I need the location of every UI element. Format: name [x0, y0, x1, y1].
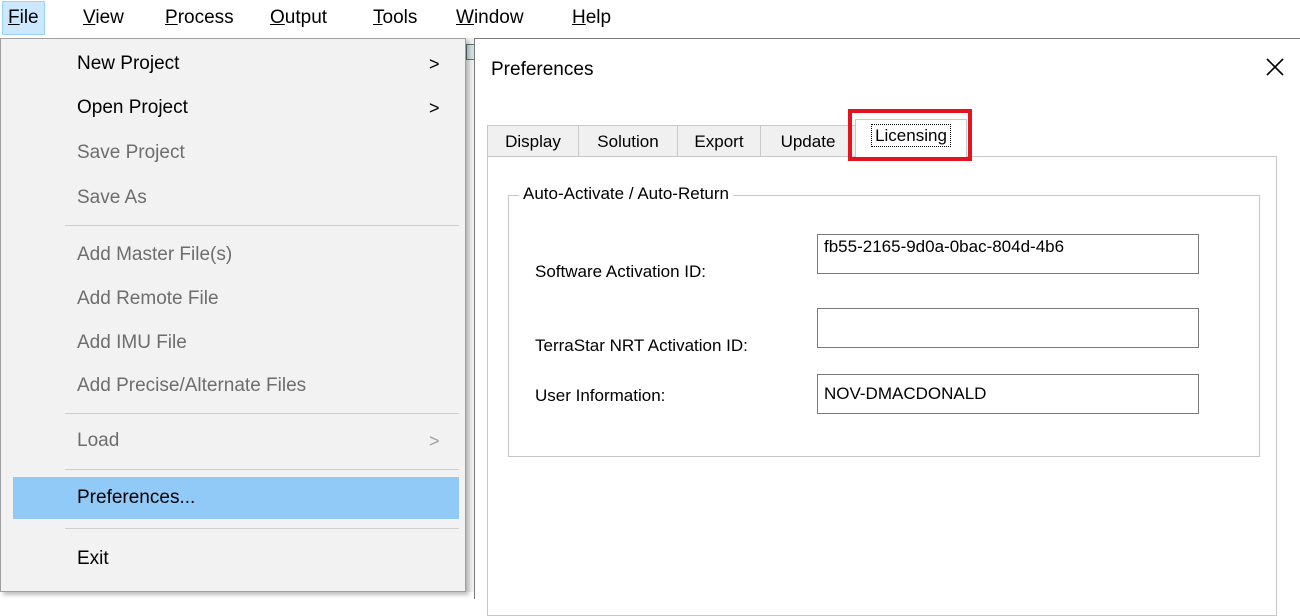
menu-item-add-imu-file[interactable]: Add IMU File: [13, 322, 459, 364]
menu-item-label: New Project: [77, 53, 180, 74]
menu-item-add-master-files[interactable]: Add Master File(s): [13, 234, 459, 276]
software-activation-label: Software Activation ID:: [535, 262, 707, 281]
group-title: Auto-Activate / Auto-Return: [519, 184, 733, 204]
menu-file[interactable]: File: [2, 1, 45, 35]
menu-process[interactable]: Process: [160, 2, 239, 34]
user-information-label: User Information:: [535, 386, 666, 405]
menu-item-new-project[interactable]: New Project >: [13, 43, 459, 85]
tab-display[interactable]: Display: [487, 125, 579, 157]
menu-item-label: Load: [77, 430, 120, 451]
menu-output[interactable]: Output: [265, 2, 332, 34]
close-icon: [1266, 58, 1284, 76]
menu-item-label: Save As: [77, 187, 147, 208]
menu-item-open-project[interactable]: Open Project >: [13, 87, 459, 129]
chevron-right-icon: >: [429, 54, 440, 74]
tab-update[interactable]: Update: [760, 125, 856, 157]
menu-item-label: Add Precise/Alternate Files: [77, 375, 307, 396]
menu-item-label: Add Remote File: [77, 288, 219, 309]
chevron-right-icon: >: [429, 431, 440, 451]
menu-item-label: Open Project: [77, 97, 188, 118]
terrastar-activation-label: TerraStar NRT Activation ID:: [535, 336, 748, 355]
menu-item-label: Exit: [77, 548, 109, 569]
menu-tools[interactable]: Tools: [368, 2, 422, 34]
menu-separator: [65, 528, 459, 529]
menu-window[interactable]: Window: [451, 2, 529, 34]
menu-help[interactable]: Help: [567, 2, 616, 34]
close-button[interactable]: [1261, 53, 1289, 81]
menu-separator: [65, 225, 459, 226]
menu-item-preferences[interactable]: Preferences...: [13, 477, 459, 519]
auto-activate-groupbox: Auto-Activate / Auto-Return Software Act…: [508, 184, 1260, 457]
menu-item-save-as[interactable]: Save As: [13, 177, 459, 219]
menu-separator: [65, 413, 459, 414]
menu-item-add-precise-files[interactable]: Add Precise/Alternate Files: [13, 365, 459, 407]
menu-view[interactable]: View: [78, 2, 129, 34]
menu-item-label: Save Project: [77, 142, 185, 163]
user-information-input[interactable]: [817, 374, 1199, 414]
software-activation-input[interactable]: [817, 234, 1199, 274]
menu-item-label: Preferences...: [77, 487, 196, 508]
menu-separator: [65, 469, 459, 470]
file-menu-dropdown: New Project > Open Project > Save Projec…: [0, 38, 466, 592]
menu-item-label: Add IMU File: [77, 332, 187, 353]
menu-item-save-project[interactable]: Save Project: [13, 132, 459, 174]
tab-solution[interactable]: Solution: [578, 125, 678, 157]
annotation-highlight-box: [848, 109, 972, 161]
dialog-title: Preferences: [491, 59, 594, 80]
menu-item-exit[interactable]: Exit: [13, 538, 459, 580]
menu-item-load[interactable]: Load >: [13, 420, 459, 462]
terrastar-activation-input[interactable]: [817, 308, 1199, 348]
menu-item-add-remote-file[interactable]: Add Remote File: [13, 278, 459, 320]
menu-bar: File View Process Output Tools Window He…: [0, 0, 1300, 38]
chevron-right-icon: >: [429, 98, 440, 118]
licensing-panel: Auto-Activate / Auto-Return Software Act…: [487, 156, 1277, 616]
tab-export[interactable]: Export: [677, 125, 761, 157]
menu-item-label: Add Master File(s): [77, 244, 233, 265]
